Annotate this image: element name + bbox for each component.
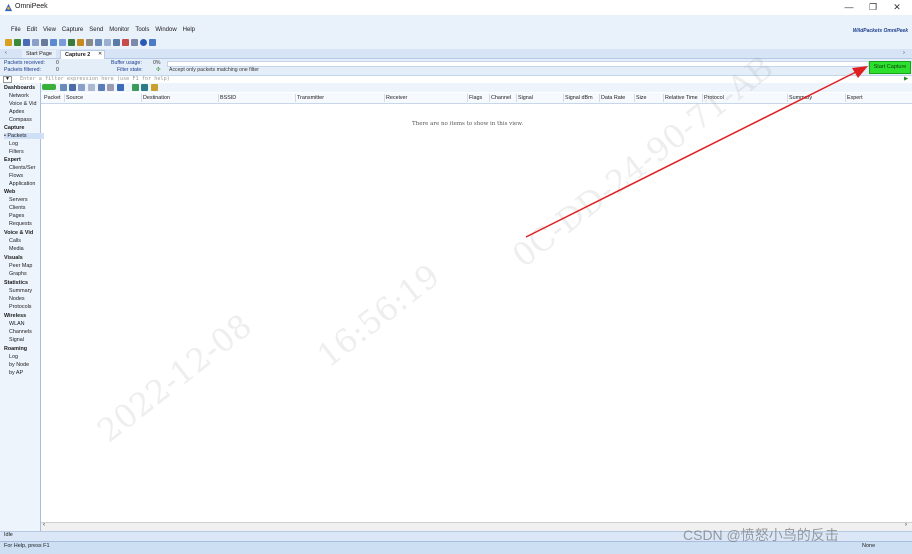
annotation-arrow-icon xyxy=(525,66,868,238)
adapter-status: None xyxy=(862,543,876,549)
idle-status: Idle xyxy=(4,532,13,538)
csdn-watermark: CSDN @愤怒小鸟的反击 xyxy=(683,527,839,543)
scroll-left-icon[interactable]: ‹ xyxy=(43,522,45,528)
scroll-right-icon[interactable]: › xyxy=(905,522,907,528)
help-status-text: For Help, press F1 xyxy=(4,543,50,549)
